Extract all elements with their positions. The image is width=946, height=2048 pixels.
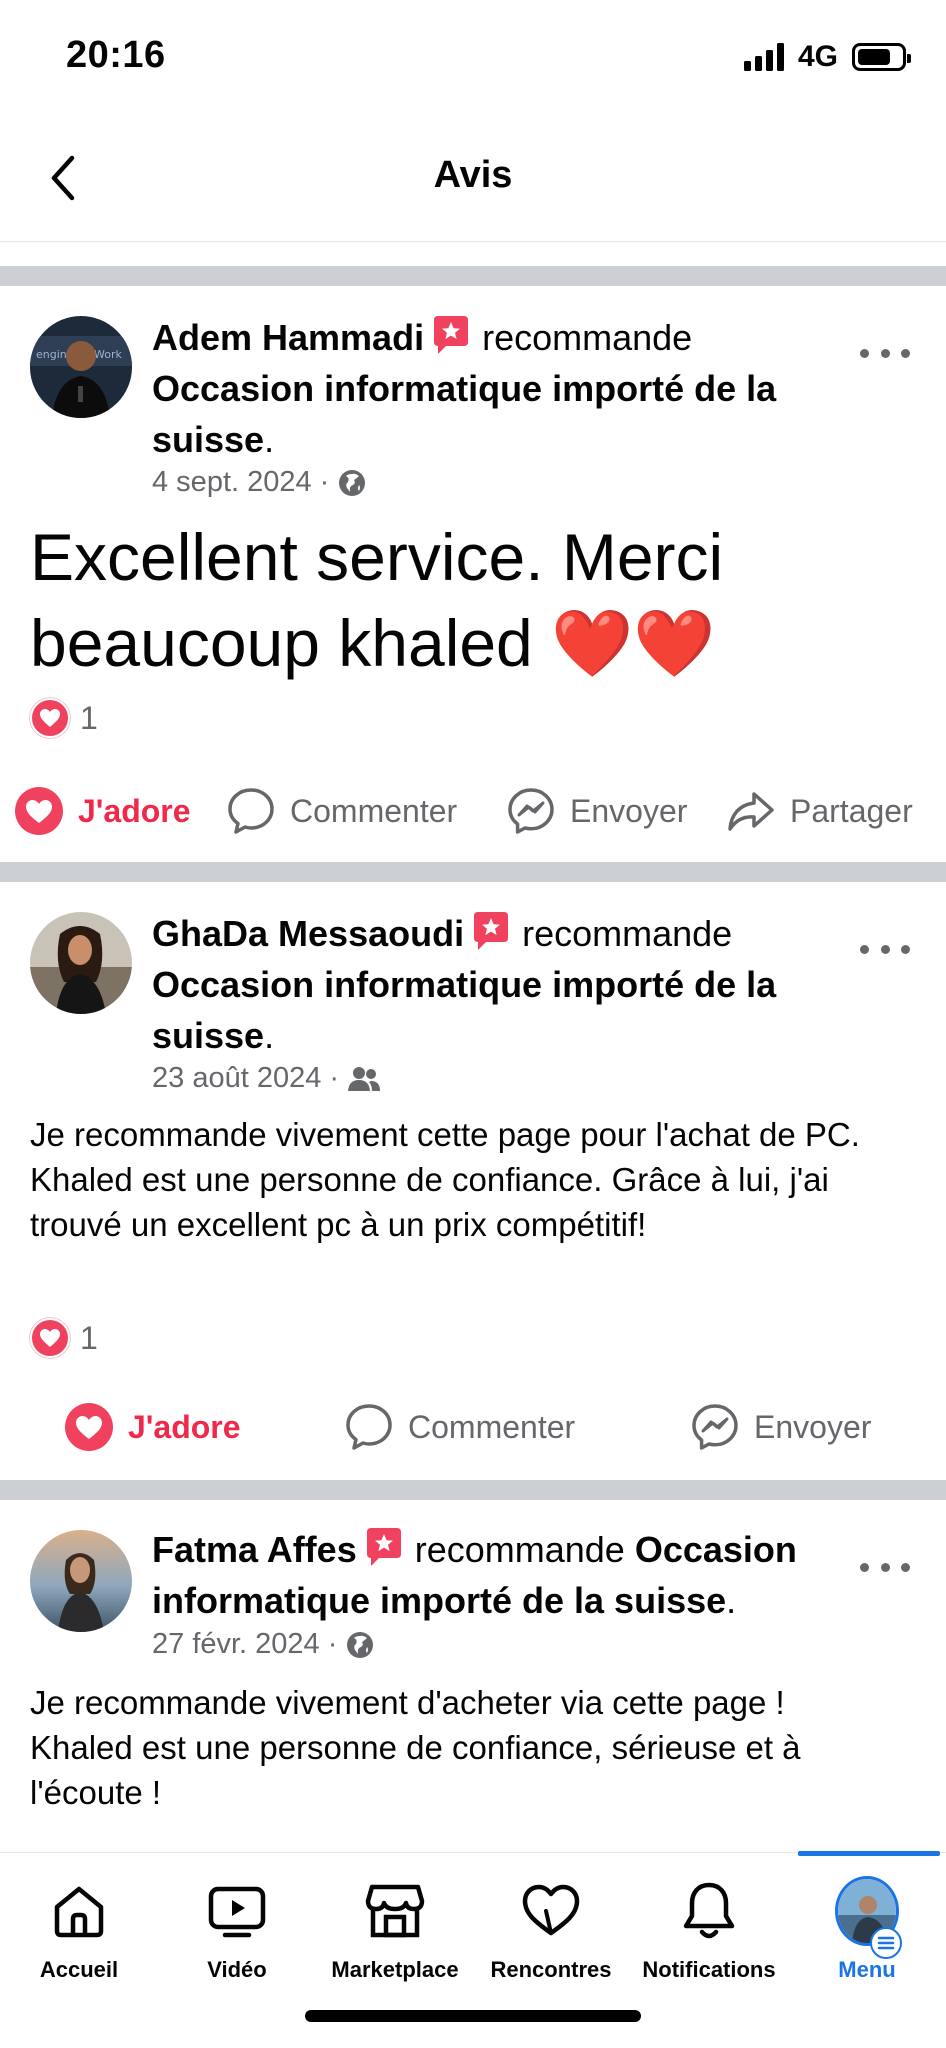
- send-button[interactable]: Envoyer: [690, 1402, 871, 1452]
- share-button[interactable]: Partager: [726, 786, 913, 836]
- status-time: 20:16: [66, 34, 166, 76]
- post-text: Je recommande vivement d'acheter via cet…: [30, 1680, 910, 1815]
- separator: [0, 862, 946, 882]
- network-label: 4G: [797, 40, 838, 73]
- nav-item-marketplace[interactable]: Marketplace: [316, 1853, 474, 2003]
- nav-label: Rencontres: [490, 1957, 612, 1982]
- recommendation-star-icon: [434, 316, 469, 354]
- author-name[interactable]: Fatma Affes: [152, 1529, 357, 1570]
- recommend-verb: recommande: [414, 1529, 625, 1570]
- comment-icon: [344, 1402, 394, 1452]
- battery-icon: [852, 43, 911, 71]
- page-title: Avis: [433, 154, 513, 196]
- comment-label: Commenter: [408, 1408, 576, 1445]
- love-filled-icon: [64, 1402, 114, 1452]
- love-label: J'adore: [128, 1408, 241, 1445]
- post-meta: 27 févr. 2024 ·: [152, 1628, 375, 1661]
- nav-label: Notifications: [642, 1957, 776, 1982]
- post-text: Je recommande vivement cette page pour l…: [30, 1116, 860, 1243]
- page-name-link[interactable]: Occasion informatique importé de la suis…: [152, 368, 776, 460]
- nav-item-notifications[interactable]: Notifications: [630, 1853, 788, 2003]
- status-icons: 4G: [743, 40, 911, 74]
- page-name-link[interactable]: Occasion informatique importé de la suis…: [152, 964, 776, 1056]
- avatar[interactable]: engineers Work: [30, 316, 132, 418]
- globe-icon: [339, 469, 366, 496]
- reaction-count: 1: [80, 699, 98, 736]
- post-meta: 4 sept. 2024 ·: [152, 466, 367, 499]
- signal-icon: [743, 43, 784, 71]
- send-label: Envoyer: [570, 792, 688, 829]
- recommend-verb: recommande: [522, 913, 733, 954]
- recommendation-star-icon: [366, 1528, 401, 1566]
- post-header: Fatma Affes recommande Occasion informati…: [152, 1524, 846, 1626]
- bell-icon: [677, 1879, 741, 1943]
- nav-label: Accueil: [39, 1957, 119, 1982]
- post-date[interactable]: 4 sept. 2024: [152, 466, 312, 499]
- nav-label: Menu: [838, 1957, 896, 1982]
- status-bar: 20:16 4G: [0, 0, 946, 110]
- comment-icon: [226, 786, 276, 836]
- love-button[interactable]: J'adore: [14, 786, 191, 836]
- share-label: Partager: [790, 792, 913, 829]
- love-reaction-icon: [30, 1318, 70, 1358]
- friends-icon: [348, 1066, 380, 1091]
- separator: [0, 266, 946, 286]
- nav-label: Marketplace: [331, 1957, 459, 1982]
- nav-item-menu[interactable]: Menu: [788, 1853, 946, 2003]
- more-options-button[interactable]: [860, 934, 910, 964]
- avatar[interactable]: [30, 912, 132, 1014]
- review-post: Fatma Affes recommande Occasion informati…: [0, 1500, 946, 1852]
- post-text-line: Je recommande vivement d'acheter via cet…: [30, 1684, 785, 1721]
- separator: [0, 1480, 946, 1500]
- nav-item-video[interactable]: Vidéo: [158, 1853, 316, 2003]
- reaction-summary[interactable]: 1: [30, 1318, 98, 1358]
- love-filled-icon: [14, 786, 64, 836]
- nav-item-rencontres[interactable]: Rencontres: [472, 1853, 630, 2003]
- avatar[interactable]: [30, 1530, 132, 1632]
- post-text-line: Khaled est une personne de confiance, sé…: [30, 1729, 801, 1811]
- send-label: Envoyer: [754, 1408, 872, 1445]
- more-options-button[interactable]: [860, 1552, 910, 1582]
- love-button[interactable]: J'adore: [64, 1402, 241, 1452]
- post-text: Excellent service. Merci beaucoup khaled…: [30, 520, 724, 680]
- love-reaction-icon: [30, 698, 70, 738]
- comment-button[interactable]: Commenter: [226, 786, 457, 836]
- post-header: GhaDa Messaoudi recommande Occasion infor…: [152, 908, 846, 1061]
- reaction-count: 1: [80, 1319, 98, 1356]
- author-name[interactable]: GhaDa Messaoudi: [152, 913, 464, 954]
- review-post: engineers Work Adem Hammadi recommande Oc…: [0, 286, 946, 862]
- menu-hamburger-icon: [870, 1927, 902, 1959]
- comment-label: Commenter: [290, 792, 458, 829]
- send-button[interactable]: Envoyer: [506, 786, 687, 836]
- post-header: Adem Hammadi recommande Occasion informat…: [152, 312, 846, 465]
- post-date[interactable]: 27 févr. 2024: [152, 1628, 320, 1661]
- love-label: J'adore: [78, 792, 191, 829]
- video-icon: [205, 1879, 269, 1943]
- messenger-icon: [690, 1402, 740, 1452]
- reaction-summary[interactable]: 1: [30, 698, 98, 738]
- marketplace-icon: [363, 1879, 427, 1943]
- comment-button[interactable]: Commenter: [344, 1402, 575, 1452]
- action-bar: J'adore Commenter Envoyer Partager: [0, 776, 946, 846]
- messenger-icon: [506, 786, 556, 836]
- recommend-verb: recommande: [482, 317, 693, 358]
- author-name[interactable]: Adem Hammadi: [152, 317, 424, 358]
- header: Avis: [0, 110, 946, 242]
- more-options-button[interactable]: [860, 338, 910, 368]
- nav-label: Vidéo: [207, 1957, 267, 1982]
- action-bar: J'adore Commenter Envoyer: [0, 1392, 946, 1462]
- home-icon: [47, 1879, 111, 1943]
- review-post: GhaDa Messaoudi recommande Occasion infor…: [0, 882, 946, 1480]
- dating-heart-icon: [519, 1879, 583, 1943]
- home-indicator: [305, 2010, 641, 2022]
- post-meta: 23 août 2024 ·: [152, 1062, 381, 1095]
- recommendation-star-icon: [474, 912, 509, 950]
- post-date[interactable]: 23 août 2024: [152, 1062, 321, 1095]
- globe-icon: [347, 1631, 374, 1658]
- share-icon: [726, 786, 776, 836]
- nav-item-accueil[interactable]: Accueil: [0, 1853, 158, 2003]
